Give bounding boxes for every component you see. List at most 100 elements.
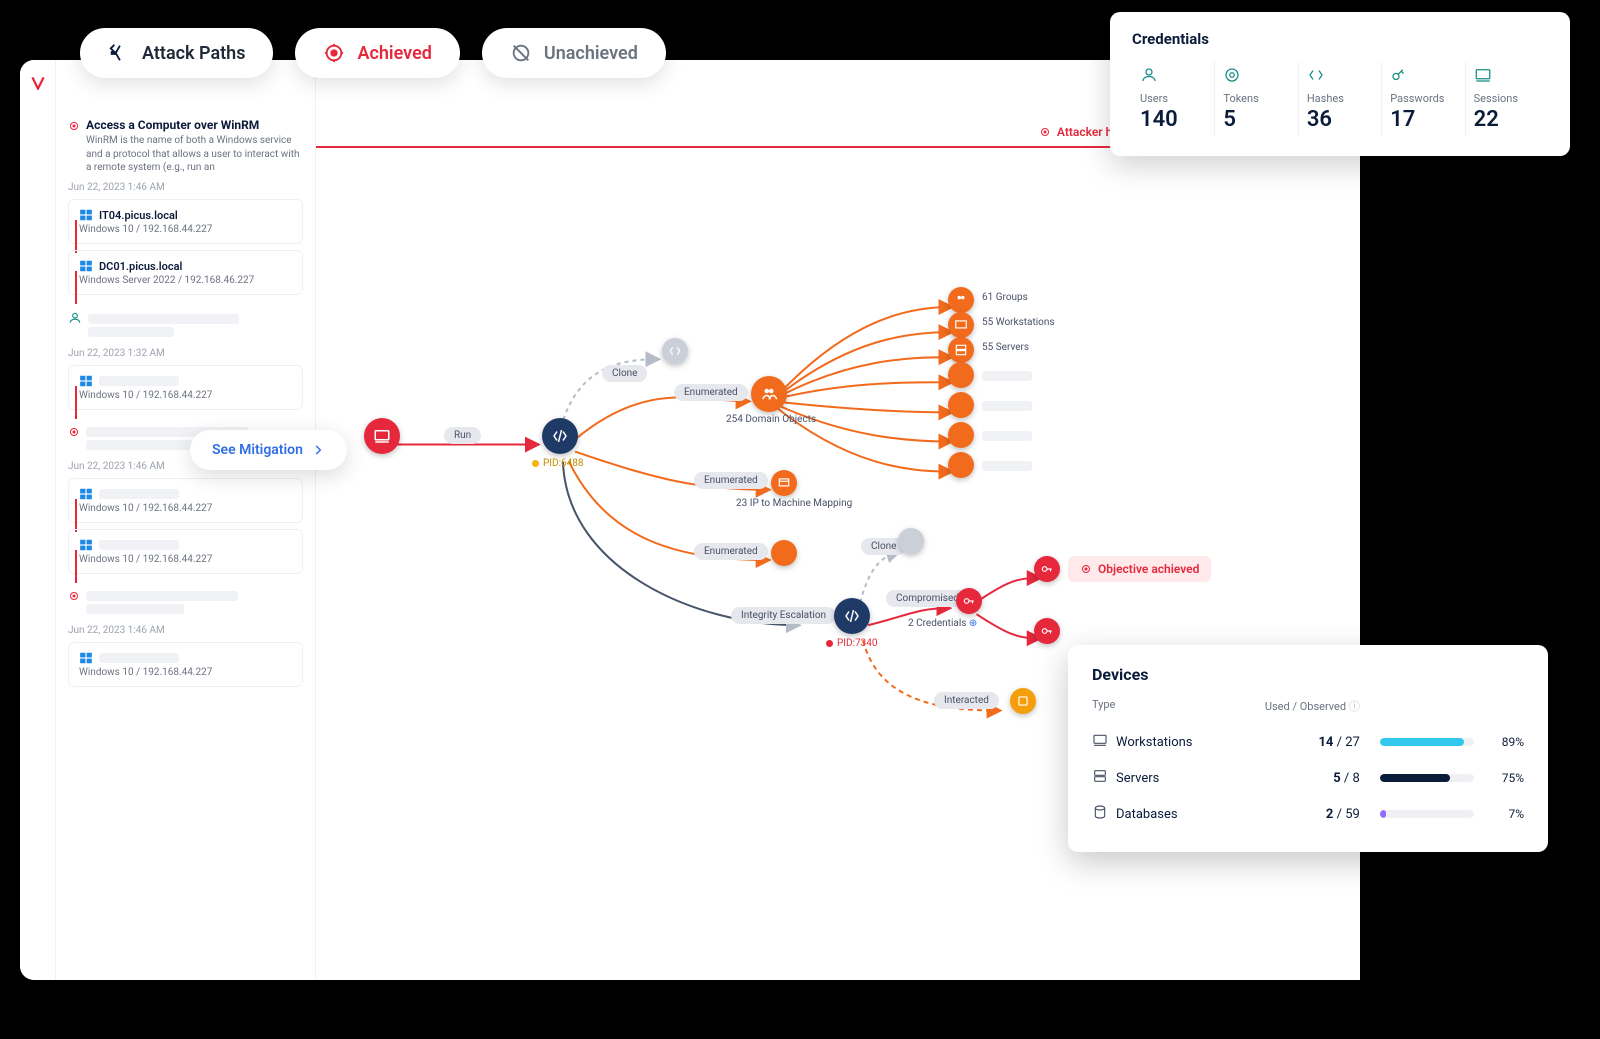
- node-enum3[interactable]: [771, 540, 797, 566]
- stat-value: 36: [1307, 107, 1373, 132]
- credential-stat: Users140: [1132, 62, 1215, 136]
- device-name: Workstations: [1116, 735, 1193, 750]
- edge-label-interacted: Interacted: [934, 692, 999, 709]
- target-icon: [68, 426, 80, 438]
- node-leaf[interactable]: [948, 312, 974, 338]
- col-type: Type: [1092, 698, 1265, 714]
- host-name: IT04.picus.local: [99, 209, 178, 222]
- node-key[interactable]: [1034, 556, 1060, 582]
- stat-icon: [1474, 66, 1540, 88]
- credential-stat: Tokens 5: [1215, 62, 1298, 136]
- attack-paths-icon: [108, 42, 130, 64]
- device-bar: [1380, 810, 1474, 818]
- chevron-right-icon: [311, 443, 325, 457]
- host-name: DC01.picus.local: [99, 260, 182, 273]
- nav-rail: [20, 60, 56, 980]
- node-leaf[interactable]: [948, 422, 974, 448]
- device-icon: [1092, 804, 1108, 824]
- see-mitigation-button[interactable]: See Mitigation: [190, 430, 347, 470]
- target-icon: [323, 42, 345, 64]
- host-card[interactable]: DC01.picus.local Windows Server 2022 / 1…: [68, 250, 303, 295]
- tab-label: Attack Paths: [142, 43, 245, 64]
- windows-icon: [79, 651, 93, 665]
- stat-value: 5: [1223, 107, 1289, 132]
- node-leaf[interactable]: [948, 337, 974, 363]
- windows-icon: [79, 259, 93, 273]
- stat-value: 140: [1140, 107, 1206, 132]
- stat-value: 17: [1390, 107, 1456, 132]
- objective-achieved-badge: Objective achieved: [1068, 556, 1211, 582]
- node-ghost: [662, 338, 688, 364]
- pid-label: PID:7340: [826, 638, 878, 649]
- stat-label: Sessions: [1474, 92, 1540, 105]
- host-meta: Windows 10 / 192.168.44.227: [79, 224, 292, 235]
- tab-attack-paths[interactable]: Attack Paths: [80, 28, 273, 78]
- attack-description: WinRM is the name of both a Windows serv…: [86, 134, 303, 174]
- tab-achieved[interactable]: Achieved: [295, 28, 459, 78]
- timestamp: Jun 22, 2023 1:46 AM: [68, 625, 303, 636]
- leaf-label: 55 Servers: [982, 342, 1029, 353]
- attack-list-panel: Access a Computer over WinRM WinRM is th…: [56, 60, 316, 980]
- attack-title[interactable]: Access a Computer over WinRM: [86, 118, 303, 132]
- timestamp: Jun 22, 2023 1:46 AM: [68, 182, 303, 193]
- device-name: Databases: [1116, 807, 1178, 822]
- device-name: Servers: [1116, 771, 1159, 786]
- host-card[interactable]: Windows 10 / 192.168.44.227: [68, 478, 303, 523]
- credentials-card: Credentials Users140Tokens5Hashes36Passw…: [1110, 12, 1570, 156]
- leaf-label: 55 Workstations: [982, 317, 1055, 328]
- credential-stat: Sessions 22: [1466, 62, 1548, 136]
- edge-label-intesc: Integrity Escalation: [731, 607, 836, 624]
- stat-label: Hashes: [1307, 92, 1373, 105]
- node-leaf[interactable]: [948, 392, 974, 418]
- edge-label-clone: Clone: [602, 365, 647, 382]
- node-leaf[interactable]: [948, 452, 974, 478]
- device-count: 14 / 27: [1265, 735, 1360, 750]
- stat-icon: [1223, 66, 1289, 88]
- node-key[interactable]: [1034, 618, 1060, 644]
- windows-icon: [79, 487, 93, 501]
- windows-icon: [79, 208, 93, 222]
- host-card[interactable]: IT04.picus.local Windows 10 / 192.168.44…: [68, 199, 303, 244]
- windows-icon: [79, 538, 93, 552]
- edge-label-enum: Enumerated: [674, 384, 748, 401]
- node-hub[interactable]: [542, 418, 578, 454]
- pid-label: PID:6488: [532, 458, 584, 469]
- windows-icon: [79, 374, 93, 388]
- target-icon: [68, 120, 80, 132]
- node-interacted[interactable]: [1010, 688, 1036, 714]
- host-card[interactable]: Windows 10 / 192.168.44.227: [68, 529, 303, 574]
- see-mitigation-label: See Mitigation: [212, 442, 303, 458]
- edge-label-enum: Enumerated: [694, 472, 768, 489]
- tab-label: Achieved: [357, 43, 431, 64]
- stat-icon: [1140, 66, 1206, 88]
- credential-stat: Hashes 36: [1299, 62, 1382, 136]
- target-icon: [1080, 563, 1092, 575]
- device-count: 5 / 8: [1265, 771, 1360, 786]
- node-ghost: [898, 528, 924, 554]
- tab-unachieved[interactable]: Unachieved: [482, 28, 666, 78]
- stat-value: 22: [1474, 107, 1540, 132]
- node-ipmap[interactable]: [771, 470, 797, 496]
- user-icon: [68, 311, 82, 325]
- edge-label-enum: Enumerated: [694, 543, 768, 560]
- node-domain-objects[interactable]: [751, 376, 787, 412]
- node-label: 2 Credentials ⊕: [908, 618, 977, 629]
- host-card[interactable]: Windows 10 / 192.168.44.227: [68, 365, 303, 410]
- node-leaf[interactable]: [948, 362, 974, 388]
- node-start[interactable]: [364, 418, 400, 454]
- devices-title: Devices: [1092, 665, 1524, 684]
- stat-label: Tokens: [1223, 92, 1289, 105]
- node-leaf[interactable]: [948, 287, 974, 313]
- node-label: 254 Domain Objects: [726, 414, 816, 425]
- target-icon: [68, 590, 80, 602]
- device-icon: [1092, 732, 1108, 752]
- leaf-label: 61 Groups: [982, 292, 1028, 303]
- host-card[interactable]: Windows 10 / 192.168.44.227: [68, 642, 303, 687]
- stat-label: Passwords: [1390, 92, 1456, 105]
- stat-icon: [1307, 66, 1373, 88]
- node-credentials[interactable]: [956, 588, 982, 614]
- device-bar: [1380, 738, 1474, 746]
- devices-card: Devices Type Used / Observed ⓘ Workstati…: [1068, 645, 1548, 852]
- credential-stat: Passwords 17: [1382, 62, 1465, 136]
- node-escalation[interactable]: [834, 598, 870, 634]
